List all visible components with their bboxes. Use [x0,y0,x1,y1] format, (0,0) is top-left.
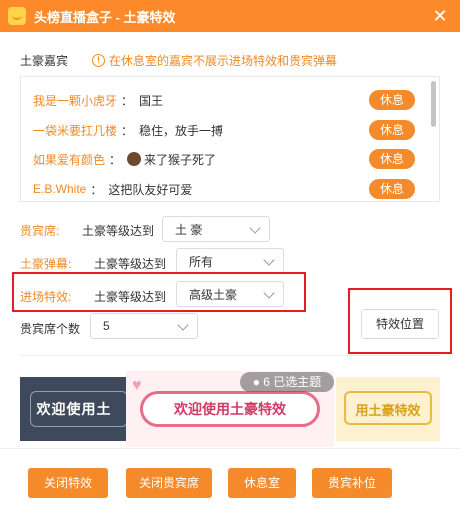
theme-pink-text: 欢迎使用土豪特效 [174,401,286,417]
guests-section-label: 土豪嘉宾 [20,54,69,68]
heart-icon: ♥ [132,377,142,394]
window-title: 头榜直播盒子 - 土豪特效 [34,9,176,25]
danmaku-sub: 土豪等级达到 [94,257,167,271]
theme-card-dark[interactable]: 欢迎使用土 [20,377,128,441]
divider [20,355,440,356]
guest-name: E.B.White [33,182,87,196]
guest-name: 我是一颗小虎牙 [33,93,118,108]
guest-row: 一袋米要扛几楼 ： 稳住，放手一搏 休息 [33,119,425,141]
vip-seat-sub: 土豪等级达到 [82,224,155,238]
guests-hint-text: 在休息室的嘉宾不展示进场特效和贵宾弹幕 [109,54,338,68]
chevron-down-icon [263,254,275,266]
close-icon[interactable]: ✕ [430,6,450,26]
entry-effect-select[interactable]: 高级土豪 [176,281,284,307]
guest-row: 我是一颗小虎牙 ： 国王 休息 [33,89,425,111]
guest-name: 如果爱有颜色 [33,152,106,167]
app-logo-icon [8,7,26,25]
guest-row: E.B.White ： 这把队友好可爱 休息 [33,178,425,200]
guests-hint: ! 在休息室的嘉宾不展示进场特效和贵宾弹幕 [92,52,337,69]
guest-name: 一袋米要扛几楼 [33,123,118,138]
rest-button[interactable]: 休息 [369,179,415,199]
guest-list-scrollbar[interactable] [431,81,436,127]
danmaku-label: 土豪弹幕: [20,257,72,271]
guest-list[interactable]: 我是一颗小虎牙 ： 国王 休息 一袋米要扛几楼 ： 稳住，放手一搏 休息 如果爱… [20,76,440,202]
info-icon: ! [92,54,105,67]
guest-message: 国王 [139,93,164,108]
vip-seat-select[interactable]: 土 豪 [162,216,270,242]
close-vip-button[interactable]: 关闭贵宾席 [126,468,212,498]
seat-count-value: 5 [103,319,110,333]
selected-theme-badge: ● 6 已选主题 [240,372,334,392]
rest-button[interactable]: 休息 [369,120,415,140]
guest-message: 来了猴子死了 [144,152,217,167]
theme-strip[interactable]: 欢迎使用土 用土豪特效 欢迎使用土豪特效 ♥ ● 6 已选主题 [20,371,440,447]
title-bar: 头榜直播盒子 - 土豪特效 ✕ [0,0,460,32]
chevron-down-icon [177,319,189,331]
seat-count-select[interactable]: 5 [90,313,198,339]
guest-message: 这把队友好可爱 [108,182,193,197]
guest-message: 稳住，放手一搏 [139,123,224,138]
chevron-down-icon [249,222,261,234]
monkey-emoji-icon [127,152,142,166]
vip-fill-button[interactable]: 贵宾补位 [312,468,392,498]
danmaku-select[interactable]: 所有 [176,248,284,274]
entry-effect-label: 进场特效: [20,290,72,304]
guest-row: 如果爱有颜色 ： 来了猴子死了 休息 [33,148,425,170]
chevron-down-icon [263,287,275,299]
entry-effect-sub: 土豪等级达到 [94,290,167,304]
seat-count-label: 贵宾席个数 [20,322,81,336]
effect-position-button[interactable]: 特效位置 [361,309,439,339]
vip-seat-label: 贵宾席: [20,224,60,238]
entry-effect-value: 高级土豪 [189,287,238,302]
danmaku-value: 所有 [189,254,214,269]
theme-card-gold[interactable]: 用土豪特效 [336,377,440,441]
close-effect-button[interactable]: 关闭特效 [28,468,108,498]
rest-button[interactable]: 休息 [369,149,415,169]
vip-seat-value: 土 豪 [175,222,203,237]
rest-button[interactable]: 休息 [369,90,415,110]
lounge-button[interactable]: 休息室 [228,468,296,498]
